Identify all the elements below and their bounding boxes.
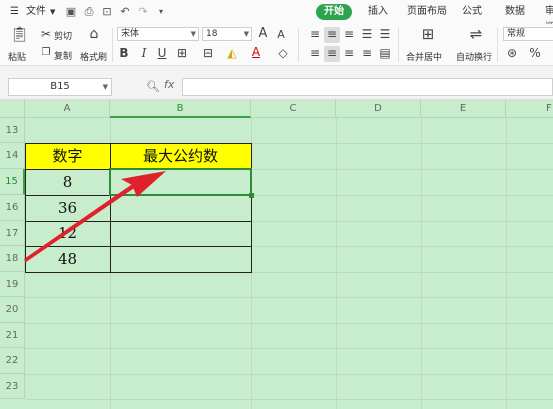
cut-button[interactable]: 剪切 [54, 29, 72, 42]
align-middle-icon[interactable]: ≡ [325, 27, 339, 41]
percent-button[interactable]: % [528, 46, 542, 60]
print-preview-icon[interactable]: ⊡ [100, 5, 114, 19]
hamburger-icon[interactable]: ☰ [10, 4, 19, 20]
annotation-arrow [24, 171, 166, 262]
tab-insert[interactable]: 插入 [368, 4, 388, 20]
align-top-icon[interactable]: ≡ [308, 27, 322, 41]
eraser-icon[interactable]: ◇ [276, 46, 290, 60]
indent-decrease-icon[interactable]: ☰ [360, 27, 374, 41]
chevron-down-icon[interactable]: ▼ [103, 79, 108, 95]
copy-icon[interactable]: ❐ [40, 46, 52, 60]
tab-home[interactable]: 开始 [316, 4, 352, 20]
format-painter-icon[interactable]: ⌂ [86, 27, 102, 41]
font-name-value: 宋体 [121, 29, 140, 39]
underline-button[interactable]: U [156, 46, 168, 60]
ribbon-separator [398, 28, 399, 62]
number-format-value: 常规 [507, 29, 526, 39]
formula-bar: B15 ▼ 🔍︎ fx [0, 66, 553, 100]
align-center-icon[interactable]: ≡ [325, 46, 339, 60]
wrap-text-button[interactable]: 自动换行 [456, 50, 492, 63]
italic-button[interactable]: I [138, 46, 150, 60]
fx-icon[interactable]: fx [164, 78, 174, 91]
arrow-shaft [24, 178, 143, 262]
border-icon[interactable]: ⊞ [174, 46, 190, 60]
align-bottom-icon[interactable]: ≡ [342, 27, 356, 41]
customize-icon[interactable]: ▾ [154, 5, 168, 19]
font-grow-button[interactable]: A [256, 27, 270, 41]
tab-page-layout[interactable]: 页面布局 [407, 4, 447, 20]
tab-formulas[interactable]: 公式 [462, 4, 482, 20]
wrap-text-icon[interactable]: ⇌ [466, 27, 486, 42]
ribbon: 📋︎ 粘贴 ✂ 剪切 ❐ 复制 ⌂ 格式刷 宋体 ▼ 18 ▼ A A B I U … [0, 24, 553, 66]
number-format-select[interactable]: 常规 [503, 27, 553, 41]
chevron-down-icon[interactable]: ▼ [50, 4, 55, 20]
chevron-down-icon: ▼ [243, 30, 249, 38]
tab-data[interactable]: 数据 [505, 4, 525, 20]
font-color-button[interactable]: A [250, 45, 262, 59]
formula-input[interactable] [182, 78, 553, 96]
bold-button[interactable]: B [118, 46, 130, 60]
scissors-icon[interactable]: ✂ [40, 27, 52, 41]
print-icon[interactable]: ⎙ [82, 5, 96, 19]
indent-increase-icon[interactable]: ☰ [378, 27, 392, 41]
spreadsheet-grid[interactable]: A B C D E F 13 14 15 16 17 18 19 20 21 2… [0, 100, 553, 409]
font-name-select[interactable]: 宋体 ▼ [117, 27, 199, 41]
fill-color-icon[interactable]: ◭ [224, 46, 240, 60]
currency-icon[interactable]: ⊛ [505, 46, 519, 60]
format-painter-label[interactable]: 格式刷 [80, 50, 107, 63]
undo-icon[interactable]: ↶ [118, 5, 132, 19]
chevron-down-icon: ▼ [190, 30, 196, 38]
zoom-search-icon[interactable]: 🔍︎ [146, 80, 160, 93]
copy-button[interactable]: 复制 [54, 49, 72, 62]
arrow-head [121, 171, 166, 197]
ribbon-separator [298, 28, 299, 62]
redo-icon[interactable]: ↷ [136, 5, 150, 19]
ribbon-separator [497, 28, 498, 62]
paste-icon[interactable]: 📋︎ [10, 27, 29, 42]
merge-center-icon[interactable]: ⊞ [418, 27, 438, 42]
align-left-icon[interactable]: ≡ [308, 46, 322, 60]
font-size-select[interactable]: 18 ▼ [202, 27, 252, 41]
font-size-value: 18 [206, 29, 218, 39]
menu-file[interactable]: 文件 [26, 4, 46, 20]
save-icon[interactable]: ▣ [64, 5, 78, 19]
fill-pattern-icon[interactable]: ⊟ [200, 46, 216, 60]
merge-center-button[interactable]: 合并居中 [406, 50, 442, 63]
tab-review[interactable]: 审阅 [545, 4, 553, 33]
align-right-icon[interactable]: ≡ [342, 46, 356, 60]
menu-bar: ☰ 文件 ▼ ▣ ⎙ ⊡ ↶ ↷ ▾ 开始 插入 页面布局 公式 数据 审阅 [0, 0, 553, 33]
paste-label[interactable]: 粘贴 [8, 50, 26, 63]
name-box[interactable]: B15 ▼ [8, 78, 112, 96]
ribbon-separator [112, 28, 113, 62]
justify-icon[interactable]: ≡ [360, 46, 374, 60]
font-shrink-button[interactable]: A [274, 28, 288, 42]
distributed-icon[interactable]: ▤ [378, 46, 392, 60]
name-box-value: B15 [50, 81, 70, 92]
